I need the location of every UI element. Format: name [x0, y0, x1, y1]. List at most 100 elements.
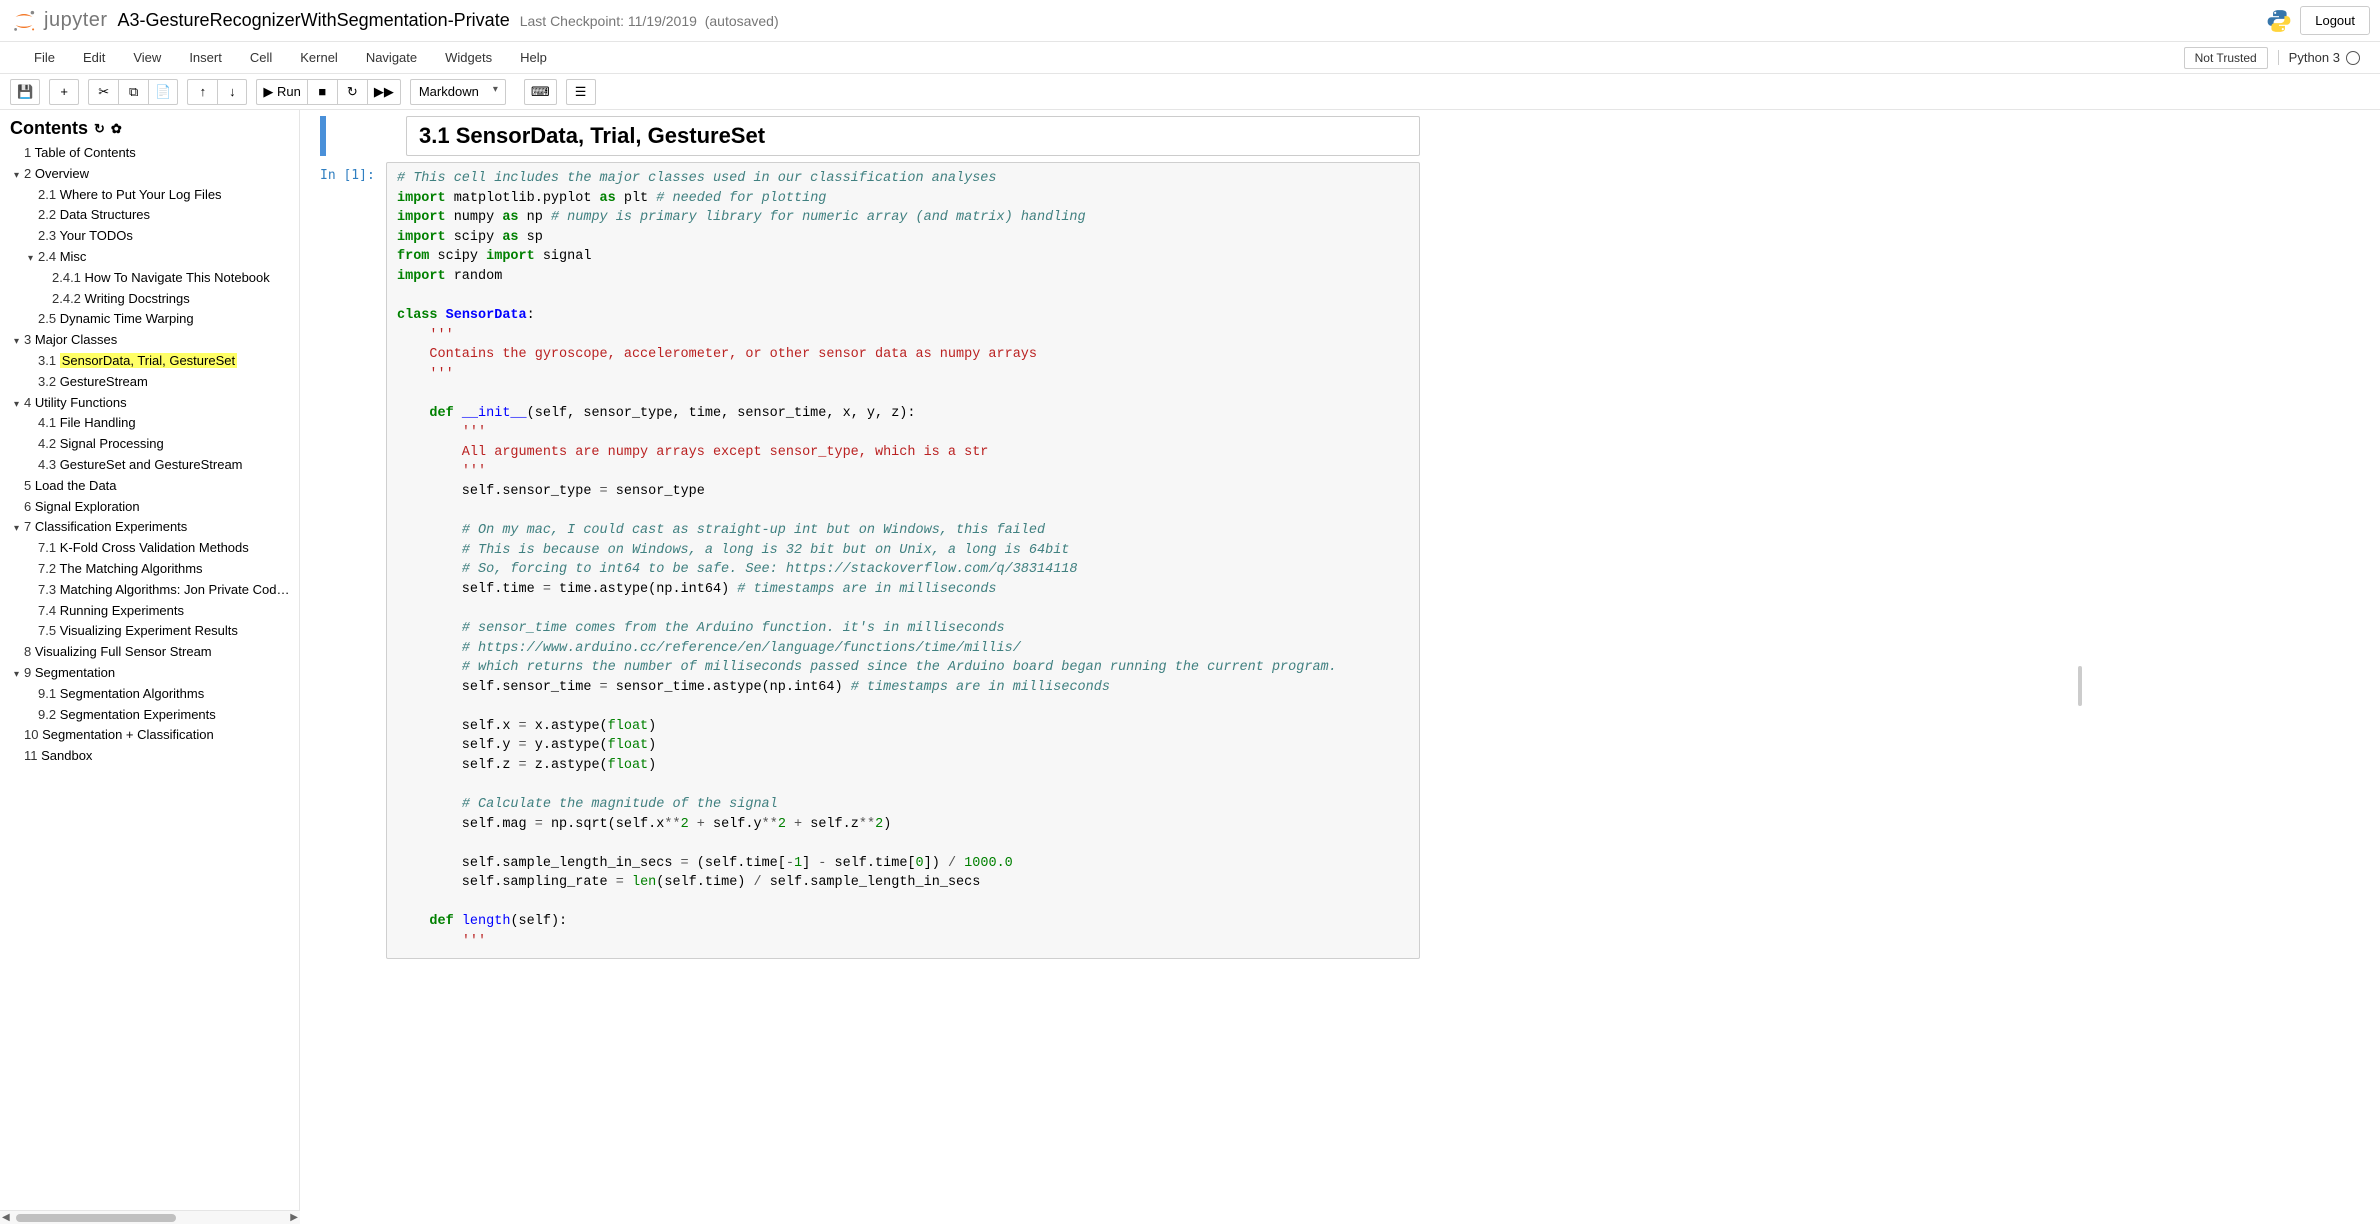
toc-item[interactable]: ▾9 Segmentation: [10, 663, 295, 684]
menu-insert[interactable]: Insert: [175, 44, 236, 71]
menubar: FileEditViewInsertCellKernelNavigateWidg…: [0, 42, 2380, 74]
caret-icon[interactable]: ▾: [14, 521, 24, 537]
run-button[interactable]: ▶ Run: [256, 79, 306, 105]
toc-label: Visualizing Experiment Results: [60, 623, 238, 638]
menu-kernel[interactable]: Kernel: [286, 44, 352, 71]
caret-icon[interactable]: ▾: [14, 334, 24, 350]
toc-item[interactable]: 5 Load the Data: [10, 476, 295, 497]
toc-item[interactable]: 2.4.2 Writing Docstrings: [10, 289, 295, 310]
toc-number: 3.1: [38, 353, 60, 368]
sidebar-resize-handle[interactable]: [2078, 666, 2082, 706]
notebook-area[interactable]: 3.1 SensorData, Trial, GestureSet In [1]…: [300, 110, 2380, 1222]
toc-item[interactable]: 7.2 The Matching Algorithms: [10, 559, 295, 580]
toc-item[interactable]: 2.4.1 How To Navigate This Notebook: [10, 268, 295, 289]
restart-run-all-button[interactable]: ▶▶: [367, 79, 401, 105]
jupyter-logo[interactable]: jupyter: [10, 7, 108, 35]
toc-item[interactable]: 8 Visualizing Full Sensor Stream: [10, 642, 295, 663]
toc-item[interactable]: ▾2.4 Misc: [10, 247, 295, 268]
toc-item[interactable]: ▾3 Major Classes: [10, 330, 295, 351]
toc-number: 4.1: [38, 415, 60, 430]
toc-number: 3.2: [38, 374, 60, 389]
scroll-right-icon[interactable]: ▶: [290, 1212, 298, 1223]
toc-toggle-button[interactable]: ☰: [566, 79, 596, 105]
toc-number: 4.3: [38, 457, 60, 472]
menu-view[interactable]: View: [119, 44, 175, 71]
toc-label: K-Fold Cross Validation Methods: [60, 540, 249, 555]
toc-number: 9.2: [38, 707, 60, 722]
save-button[interactable]: 💾: [10, 79, 40, 105]
markdown-cell[interactable]: 3.1 SensorData, Trial, GestureSet: [320, 116, 1420, 156]
toc-sidebar: Contents ↻ ✿ 1 Table of Contents▾2 Overv…: [0, 110, 300, 1222]
scrollbar-thumb[interactable]: [16, 1214, 176, 1222]
toc-item[interactable]: 9.2 Segmentation Experiments: [10, 705, 295, 726]
toc-item[interactable]: 10 Segmentation + Classification: [10, 725, 295, 746]
caret-icon[interactable]: ▾: [14, 168, 24, 184]
toc-number: 2.3: [38, 228, 59, 243]
python-icon: [2266, 8, 2292, 34]
toc-item[interactable]: 4.2 Signal Processing: [10, 434, 295, 455]
move-up-button[interactable]: ↑: [187, 79, 217, 105]
toc-item[interactable]: 9.1 Segmentation Algorithms: [10, 684, 295, 705]
toc-item[interactable]: 7.3 Matching Algorithms: Jon Private Cod…: [10, 580, 295, 601]
toc-item[interactable]: 7.1 K-Fold Cross Validation Methods: [10, 538, 295, 559]
toc-refresh-icon[interactable]: ↻: [94, 121, 105, 137]
toc-item[interactable]: ▾2 Overview: [10, 164, 295, 185]
toc-item[interactable]: 3.2 GestureStream: [10, 372, 295, 393]
toc-item[interactable]: 11 Sandbox: [10, 746, 295, 767]
code-editor[interactable]: # This cell includes the major classes u…: [386, 162, 1420, 959]
toc-label: Overview: [35, 166, 89, 181]
code-cell[interactable]: In [1]: ▶| # This cell includes the majo…: [320, 162, 1420, 959]
toc-label: SensorData, Trial, GestureSet: [60, 353, 237, 368]
cell-type-select[interactable]: Markdown: [410, 79, 506, 105]
toc-settings-icon[interactable]: ✿: [111, 121, 122, 137]
toc-label: Segmentation Experiments: [60, 707, 216, 722]
toc-number: 7.4: [38, 603, 60, 618]
sidebar-scrollbar[interactable]: ◀ ▶: [0, 1210, 300, 1224]
menu-navigate[interactable]: Navigate: [352, 44, 431, 71]
toc-label: Visualizing Full Sensor Stream: [35, 644, 212, 659]
menu-help[interactable]: Help: [506, 44, 561, 71]
scroll-left-icon[interactable]: ◀: [2, 1212, 10, 1223]
toc-item[interactable]: 2.3 Your TODOs: [10, 226, 295, 247]
toc-item[interactable]: 2.5 Dynamic Time Warping: [10, 309, 295, 330]
toc-item[interactable]: 4.1 File Handling: [10, 413, 295, 434]
menu-edit[interactable]: Edit: [69, 44, 119, 71]
jupyter-icon: [10, 7, 38, 35]
logout-button[interactable]: Logout: [2300, 6, 2370, 35]
toc-item[interactable]: 1 Table of Contents: [10, 143, 295, 164]
toc-number: 7.3: [38, 582, 60, 597]
menu-file[interactable]: File: [20, 44, 69, 71]
stop-button[interactable]: ■: [307, 79, 337, 105]
toc-item[interactable]: 7.4 Running Experiments: [10, 601, 295, 622]
menu-widgets[interactable]: Widgets: [431, 44, 506, 71]
toc-item[interactable]: 7.5 Visualizing Experiment Results: [10, 621, 295, 642]
toc-title: Contents ↻ ✿: [10, 118, 295, 139]
toc-item[interactable]: ▾4 Utility Functions: [10, 393, 295, 414]
caret-icon[interactable]: ▾: [14, 667, 24, 683]
trust-button[interactable]: Not Trusted: [2184, 47, 2268, 69]
paste-button[interactable]: 📄: [148, 79, 178, 105]
copy-button[interactable]: ⧉: [118, 79, 148, 105]
move-down-button[interactable]: ↓: [217, 79, 247, 105]
cell-prompt: In [1]: ▶|: [320, 162, 386, 959]
add-cell-button[interactable]: +: [49, 79, 79, 105]
cut-button[interactable]: ✂: [88, 79, 118, 105]
notebook-title[interactable]: A3-GestureRecognizerWithSegmentation-Pri…: [118, 10, 510, 31]
command-palette-button[interactable]: ⌨: [524, 79, 557, 105]
toc-number: 4.2: [38, 436, 60, 451]
toc-item[interactable]: 2.1 Where to Put Your Log Files: [10, 185, 295, 206]
toc-number: 6: [24, 499, 35, 514]
toc-item[interactable]: 3.1 SensorData, Trial, GestureSet: [10, 351, 295, 372]
brand-text: jupyter: [44, 9, 108, 32]
kernel-indicator[interactable]: Python 3: [2278, 50, 2360, 65]
toc-item[interactable]: ▾7 Classification Experiments: [10, 517, 295, 538]
toc-item[interactable]: 4.3 GestureSet and GestureStream: [10, 455, 295, 476]
toc-label: Writing Docstrings: [85, 291, 190, 306]
toc-item[interactable]: 2.2 Data Structures: [10, 205, 295, 226]
toc-item[interactable]: 6 Signal Exploration: [10, 497, 295, 518]
caret-icon[interactable]: ▾: [14, 397, 24, 413]
restart-button[interactable]: ↻: [337, 79, 367, 105]
caret-icon[interactable]: ▾: [28, 251, 38, 267]
menu-cell[interactable]: Cell: [236, 44, 286, 71]
toc-number: 2.4.1: [52, 270, 85, 285]
